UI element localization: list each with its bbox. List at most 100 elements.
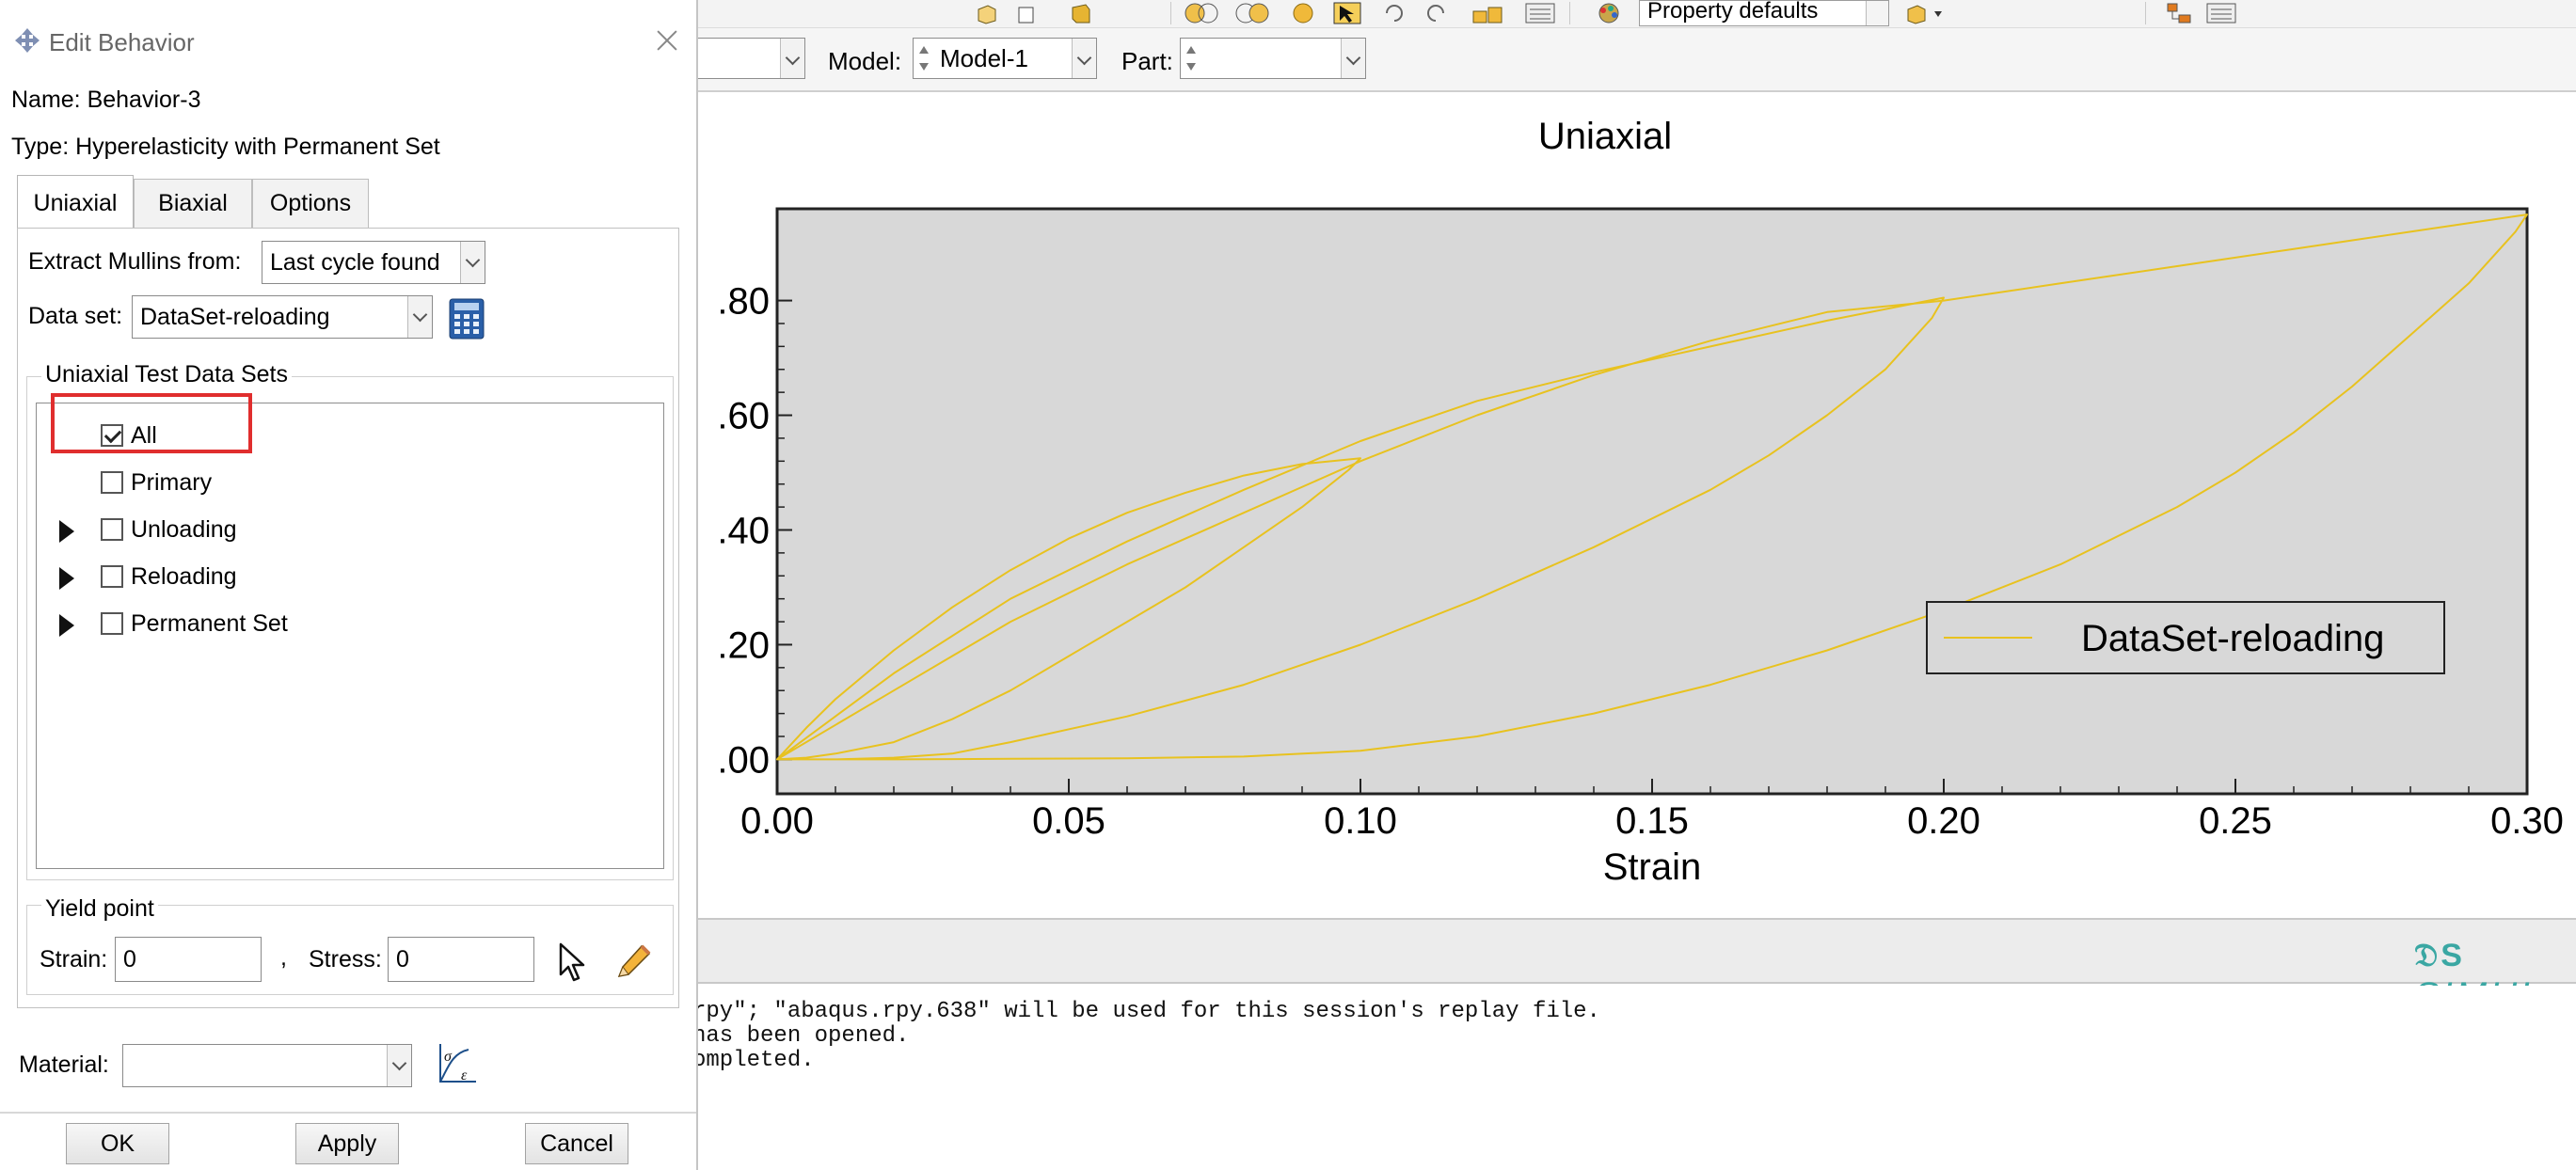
message-line: rpy"; "abaqus.rpy.638" will be used for … <box>692 999 1600 1024</box>
dialog-titlebar[interactable]: Edit Behavior <box>0 0 696 83</box>
part-label: Part: <box>1121 47 1173 75</box>
display-options-icon[interactable] <box>1904 2 1948 24</box>
checkbox-primary[interactable] <box>101 471 123 494</box>
table-icon[interactable] <box>2205 2 2237 24</box>
close-icon[interactable] <box>653 26 681 55</box>
x-tick-label: 0.30 <box>2490 800 2564 842</box>
chevron-down-icon[interactable] <box>780 39 804 78</box>
sphere-icon[interactable] <box>1291 2 1315 24</box>
tab-uniaxial[interactable]: Uniaxial <box>17 175 134 228</box>
x-tick-label: 0.05 <box>1032 800 1105 842</box>
x-tick-label: 0.10 <box>1324 800 1397 842</box>
cursor-pick-icon[interactable] <box>555 941 587 984</box>
select-arrow-icon[interactable] <box>1332 2 1362 24</box>
spinner-icon[interactable] <box>919 44 929 72</box>
chevron-down-icon[interactable] <box>387 1045 411 1086</box>
material-label: Material: <box>19 1051 109 1078</box>
tree-item-all[interactable]: All <box>37 415 663 456</box>
tab-biaxial[interactable]: Biaxial <box>134 179 252 228</box>
apply-button[interactable]: Apply <box>295 1123 399 1164</box>
message-line: has been opened. <box>692 1023 910 1049</box>
part-face-icon[interactable] <box>1014 2 1039 24</box>
chevron-down-icon[interactable] <box>1866 1 1888 25</box>
checkbox-permanent-set[interactable] <box>101 612 123 635</box>
tree-item-label: Unloading <box>131 516 237 543</box>
redo-icon[interactable] <box>1424 2 1449 24</box>
boolean-cut-icon[interactable] <box>1232 2 1274 24</box>
svg-text:ε: ε <box>461 1067 468 1083</box>
behavior-name: Name: Behavior-3 <box>11 87 201 113</box>
extract-mullins-select[interactable]: Last cycle found <box>262 241 485 284</box>
stress-input[interactable]: 0 <box>388 937 534 982</box>
palette-icon[interactable] <box>1590 2 1628 24</box>
stress-strain-plot-icon[interactable]: σ ε <box>435 1040 480 1087</box>
checkbox-unloading[interactable] <box>101 518 123 541</box>
edit-behavior-dialog: Edit Behavior Name: Behavior-3 Type: Hyp… <box>0 0 698 1170</box>
tree-item-label: Reloading <box>131 563 237 590</box>
legend: DataSet-reloading <box>1926 601 2445 674</box>
ok-button[interactable]: OK <box>66 1123 169 1164</box>
checkbox-reloading[interactable] <box>101 565 123 588</box>
chevron-down-icon[interactable] <box>1072 39 1096 78</box>
expand-arrow-icon[interactable] <box>59 614 74 637</box>
model-value: Model-1 <box>940 44 1028 72</box>
data-set-select[interactable]: DataSet-reloading <box>132 295 433 339</box>
chart-title: Uniaxial <box>1538 116 1672 157</box>
y-tick-label: .60 <box>717 396 770 437</box>
part-combo[interactable] <box>1180 38 1366 79</box>
tree-item-label: All <box>131 422 157 449</box>
data-set-value: DataSet-reloading <box>140 304 330 330</box>
x-axis-label: Strain <box>1603 846 1702 888</box>
value-separator: , <box>280 944 287 971</box>
x-tick-label: 0.00 <box>740 800 814 842</box>
property-defaults-combo[interactable]: Property defaults <box>1639 0 1889 26</box>
expand-arrow-icon[interactable] <box>59 567 74 590</box>
y-tick-label: .00 <box>717 739 770 781</box>
model-combo[interactable]: Model-1 <box>913 38 1097 79</box>
x-tick-label: 0.25 <box>2199 800 2272 842</box>
message-line: ompleted. <box>692 1048 815 1073</box>
chevron-down-icon[interactable] <box>1341 39 1365 78</box>
extract-mullins-value: Last cycle found <box>270 249 440 276</box>
extract-mullins-label: Extract Mullins from: <box>28 248 242 275</box>
y-tick-label: .40 <box>717 510 770 551</box>
material-select[interactable] <box>122 1044 412 1087</box>
tree-item-label: Primary <box>131 469 213 496</box>
calculator-icon[interactable] <box>448 297 485 340</box>
chevron-down-icon[interactable] <box>407 296 432 338</box>
svg-text:σ: σ <box>444 1049 453 1065</box>
tree-item-primary[interactable]: Primary <box>37 462 663 503</box>
y-tick-label: .80 <box>717 281 770 323</box>
move-arrows-icon <box>15 28 40 53</box>
strain-input[interactable]: 0 <box>115 937 262 982</box>
tab-options[interactable]: Options <box>252 179 369 228</box>
tree-item-permanent-set[interactable]: Permanent Set <box>37 603 663 644</box>
tree-icon[interactable] <box>2162 2 2196 24</box>
dialog-title: Edit Behavior <box>49 28 195 56</box>
list-icon[interactable] <box>1524 2 1556 24</box>
tree-item-unloading[interactable]: Unloading <box>37 509 663 550</box>
checkbox-all[interactable] <box>101 424 123 447</box>
data-set-label: Data set: <box>28 303 123 329</box>
part-stack-icon[interactable] <box>1471 2 1505 24</box>
yield-point-title: Yield point <box>41 895 158 923</box>
tree-item-reloading[interactable]: Reloading <box>37 556 663 597</box>
part-solid-icon[interactable] <box>1069 2 1093 24</box>
tree-item-label: Permanent Set <box>131 610 288 637</box>
cancel-button[interactable]: Cancel <box>525 1123 628 1164</box>
expand-arrow-icon[interactable] <box>59 520 74 543</box>
model-label: Model: <box>828 47 902 75</box>
spinner-icon[interactable] <box>1186 44 1196 72</box>
legend-label: DataSet-reloading <box>2081 618 2384 659</box>
stress-label: Stress: <box>309 946 382 972</box>
pencil-edit-icon[interactable] <box>612 941 653 984</box>
boolean-union-icon[interactable] <box>1182 2 1223 24</box>
strain-label: Strain: <box>40 946 108 972</box>
chevron-down-icon[interactable] <box>460 242 485 283</box>
uniaxial-test-data-sets-title: Uniaxial Test Data Sets <box>41 361 292 388</box>
part-box-icon[interactable] <box>975 2 999 24</box>
plot-area <box>775 207 2529 796</box>
behavior-type: Type: Hyperelasticity with Permanent Set <box>11 134 440 160</box>
undo-icon[interactable] <box>1381 2 1406 24</box>
data-sets-tree[interactable]: All Primary Unloading Reloading Permanen… <box>36 403 664 869</box>
